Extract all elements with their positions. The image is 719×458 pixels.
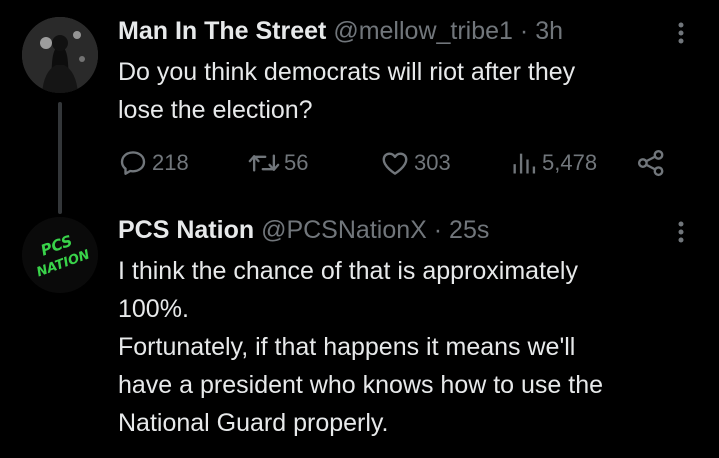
handle[interactable]: @mellow_tribe1 xyxy=(333,17,513,45)
more-dots-icon xyxy=(678,221,684,243)
share-icon xyxy=(637,149,664,177)
tweet-text-line: I think the chance of that is approximat… xyxy=(118,257,578,285)
hooded-figure-icon xyxy=(22,17,98,93)
reply-button[interactable]: 218 xyxy=(118,143,189,183)
repost-arrows-icon xyxy=(248,154,280,172)
tweet-1[interactable]: Man In The Street @mellow_tribe1 · 3h Do… xyxy=(0,0,719,214)
tweet-text-line: Do you think democrats will riot after t… xyxy=(118,58,576,86)
reply-count: 218 xyxy=(152,150,189,175)
separator-dot: · xyxy=(433,216,443,244)
tweet-text-line: 100%. xyxy=(118,295,189,323)
tweet-text-line: lose the election? xyxy=(118,96,313,124)
display-name[interactable]: PCS Nation xyxy=(118,216,254,244)
thread-connector-line xyxy=(58,102,62,214)
tweet-header: Man In The Street @mellow_tribe1 · 3h xyxy=(118,16,563,46)
tweet-text: Do you think democrats will riot after t… xyxy=(118,53,688,129)
repost-button[interactable]: 56 xyxy=(248,143,308,183)
tweet-text: I think the chance of that is approximat… xyxy=(118,252,688,442)
reply-bubble-icon xyxy=(120,151,146,175)
tweet-actions: 218 56 303 5,478 xyxy=(118,143,678,183)
more-options-button[interactable] xyxy=(671,217,691,247)
tweet-header: PCS Nation @PCSNationX · 25s xyxy=(118,215,489,245)
handle[interactable]: @PCSNationX xyxy=(261,216,427,244)
heart-icon xyxy=(382,152,408,175)
more-dots-icon xyxy=(678,22,684,44)
like-count: 303 xyxy=(414,150,451,175)
tweet-text-line: have a president who knows how to use th… xyxy=(118,371,604,399)
avatar-man-in-the-street[interactable] xyxy=(22,17,98,93)
views-button[interactable]: 5,478 xyxy=(510,143,597,183)
views-count: 5,478 xyxy=(542,150,598,175)
tweet-text-line: Fortunately, if that happens it means we… xyxy=(118,333,576,361)
display-name[interactable]: Man In The Street xyxy=(118,17,326,45)
repost-count: 56 xyxy=(284,150,309,175)
more-options-button[interactable] xyxy=(671,18,691,48)
pcs-nation-logo: PCS NATION xyxy=(22,217,98,293)
tweet-text-line: National Guard properly. xyxy=(118,409,389,437)
separator-dot: · xyxy=(519,17,529,45)
like-button[interactable]: 303 xyxy=(380,143,451,183)
share-button[interactable] xyxy=(636,143,666,183)
timestamp[interactable]: 3h xyxy=(535,17,563,45)
views-bar-chart-icon xyxy=(513,153,536,174)
timestamp[interactable]: 25s xyxy=(449,216,489,244)
avatar-pcs-nation[interactable]: PCS NATION xyxy=(22,217,98,293)
tweet-2[interactable]: PCS NATION PCS Nation @PCSNationX · 25s … xyxy=(0,200,719,458)
